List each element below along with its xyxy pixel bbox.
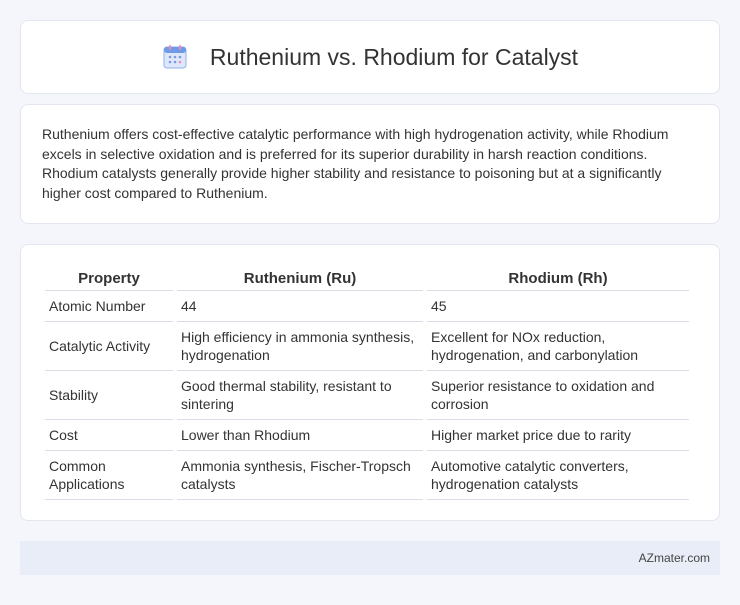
calendar-icon	[163, 45, 187, 69]
table-row: Atomic Number 44 45	[45, 291, 689, 322]
summary-text: Ruthenium offers cost-effective catalyti…	[42, 126, 669, 201]
table-row: Stability Good thermal stability, resist…	[45, 371, 689, 420]
property-cell: Stability	[45, 371, 173, 420]
comparison-table: Property Ruthenium (Ru) Rhodium (Rh) Ato…	[41, 265, 693, 500]
ruthenium-cell: Good thermal stability, resistant to sin…	[177, 371, 423, 420]
rhodium-cell: Excellent for NOx reduction, hydrogenati…	[427, 322, 689, 371]
header-rhodium: Rhodium (Rh)	[427, 265, 689, 291]
rhodium-cell: Superior resistance to oxidation and cor…	[427, 371, 689, 420]
property-cell: Atomic Number	[45, 291, 173, 322]
header-ruthenium: Ruthenium (Ru)	[177, 265, 423, 291]
rhodium-cell: Higher market price due to rarity	[427, 420, 689, 451]
title-wrap: Ruthenium vs. Rhodium for Catalyst	[162, 44, 578, 71]
table-row: Common Applications Ammonia synthesis, F…	[45, 451, 689, 500]
table-row: Catalytic Activity High efficiency in am…	[45, 322, 689, 371]
footer: AZmater.com	[20, 541, 720, 575]
comparison-card: Property Ruthenium (Ru) Rhodium (Rh) Ato…	[20, 244, 720, 521]
table-row: Cost Lower than Rhodium Higher market pr…	[45, 420, 689, 451]
rhodium-cell: 45	[427, 291, 689, 322]
property-cell: Cost	[45, 420, 173, 451]
ruthenium-cell: Ammonia synthesis, Fischer-Tropsch catal…	[177, 451, 423, 500]
page-title: Ruthenium vs. Rhodium for Catalyst	[209, 43, 579, 70]
ruthenium-cell: High efficiency in ammonia synthesis, hy…	[177, 322, 423, 371]
title-card: Ruthenium vs. Rhodium for Catalyst	[20, 20, 720, 94]
ruthenium-cell: Lower than Rhodium	[177, 420, 423, 451]
footer-link[interactable]: AZmater.com	[639, 551, 710, 565]
summary-card: Ruthenium offers cost-effective catalyti…	[20, 104, 720, 224]
table-header-row: Property Ruthenium (Ru) Rhodium (Rh)	[45, 265, 689, 291]
rhodium-cell: Automotive catalytic converters, hydroge…	[427, 451, 689, 500]
property-cell: Common Applications	[45, 451, 173, 500]
property-cell: Catalytic Activity	[45, 322, 173, 371]
header-property: Property	[45, 265, 173, 291]
ruthenium-cell: 44	[177, 291, 423, 322]
